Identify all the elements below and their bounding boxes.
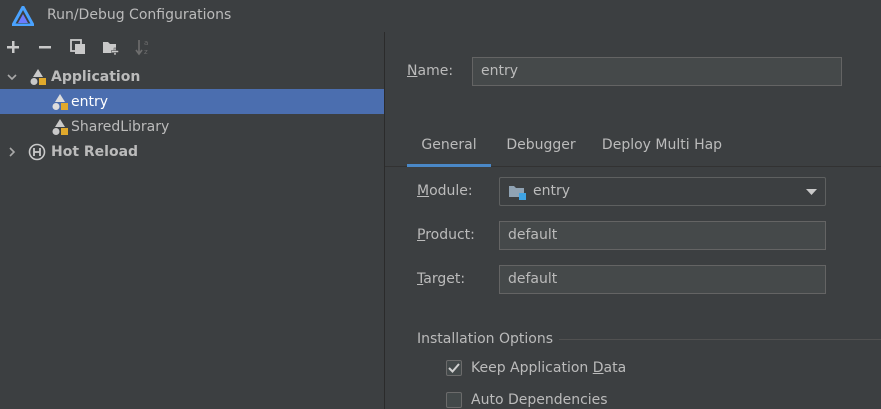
tree-item-label: Hot Reload	[51, 143, 139, 160]
tab-general[interactable]: General	[407, 126, 491, 167]
svg-text:z: z	[144, 48, 148, 56]
tab-deploy-multi-hap[interactable]: Deploy Multi Hap	[597, 126, 727, 166]
auto-dependencies-label[interactable]: Auto Dependencies	[471, 392, 608, 408]
new-folder-icon	[103, 42, 119, 55]
configuration-editor: Name: entry General Debugger Deploy Mult…	[385, 32, 881, 409]
add-icon	[7, 41, 19, 53]
installation-options-title: Installation Options	[417, 331, 554, 347]
chevron-down-icon[interactable]	[6, 71, 18, 83]
tree-item-hot-reload[interactable]: Hot Reload	[0, 139, 384, 164]
sort-button[interactable]: a z	[133, 37, 153, 57]
keep-application-data-label[interactable]: Keep Application Data	[471, 360, 626, 376]
chevron-down-icon	[806, 189, 817, 195]
config-icon	[52, 93, 68, 110]
hot-reload-icon	[28, 143, 46, 160]
add-button[interactable]	[3, 37, 23, 57]
module-folder-icon	[509, 186, 526, 200]
target-input[interactable]: default	[499, 265, 826, 294]
module-select-value: entry	[533, 183, 571, 199]
copy-icon	[70, 39, 85, 54]
deveco-logo-icon	[12, 6, 34, 26]
copy-button[interactable]	[68, 37, 88, 57]
application-icon	[30, 68, 46, 85]
new-folder-button[interactable]	[101, 37, 121, 57]
tree-item-entry[interactable]: entry	[0, 89, 384, 114]
checkmark-icon	[448, 363, 460, 373]
product-input[interactable]: default	[499, 221, 826, 250]
auto-dependencies-checkbox[interactable]	[446, 392, 462, 408]
name-input[interactable]: entry	[472, 57, 842, 86]
target-label: Target:	[417, 271, 466, 287]
chevron-right-icon[interactable]	[6, 146, 18, 158]
tab-debugger[interactable]: Debugger	[497, 126, 585, 166]
config-icon	[52, 118, 68, 135]
keep-application-data-checkbox[interactable]	[446, 360, 462, 376]
name-label: Name:	[407, 63, 454, 79]
tree-item-label: entry	[71, 93, 109, 110]
remove-icon	[39, 46, 51, 49]
tree-item-label: Application	[51, 68, 141, 85]
configurations-panel: a z Application entry SharedLibrary Hot …	[0, 32, 384, 409]
product-label: Product:	[417, 227, 475, 243]
sort-alphabetically-icon: a z	[135, 39, 148, 56]
window-title: Run/Debug Configurations	[47, 7, 232, 23]
tree-item-label: SharedLibrary	[71, 118, 170, 135]
configurations-toolbar: a z	[0, 32, 384, 62]
remove-button[interactable]	[35, 37, 55, 57]
tree-item-application[interactable]: Application	[0, 64, 384, 89]
group-separator	[559, 339, 881, 340]
module-select[interactable]: entry	[499, 177, 826, 206]
title-bar: Run/Debug Configurations	[0, 0, 881, 32]
svg-text:a: a	[144, 39, 148, 47]
editor-tabs: General Debugger Deploy Multi Hap	[385, 126, 881, 167]
tree-item-sharedlibrary[interactable]: SharedLibrary	[0, 114, 384, 139]
module-label: Module:	[417, 183, 473, 199]
